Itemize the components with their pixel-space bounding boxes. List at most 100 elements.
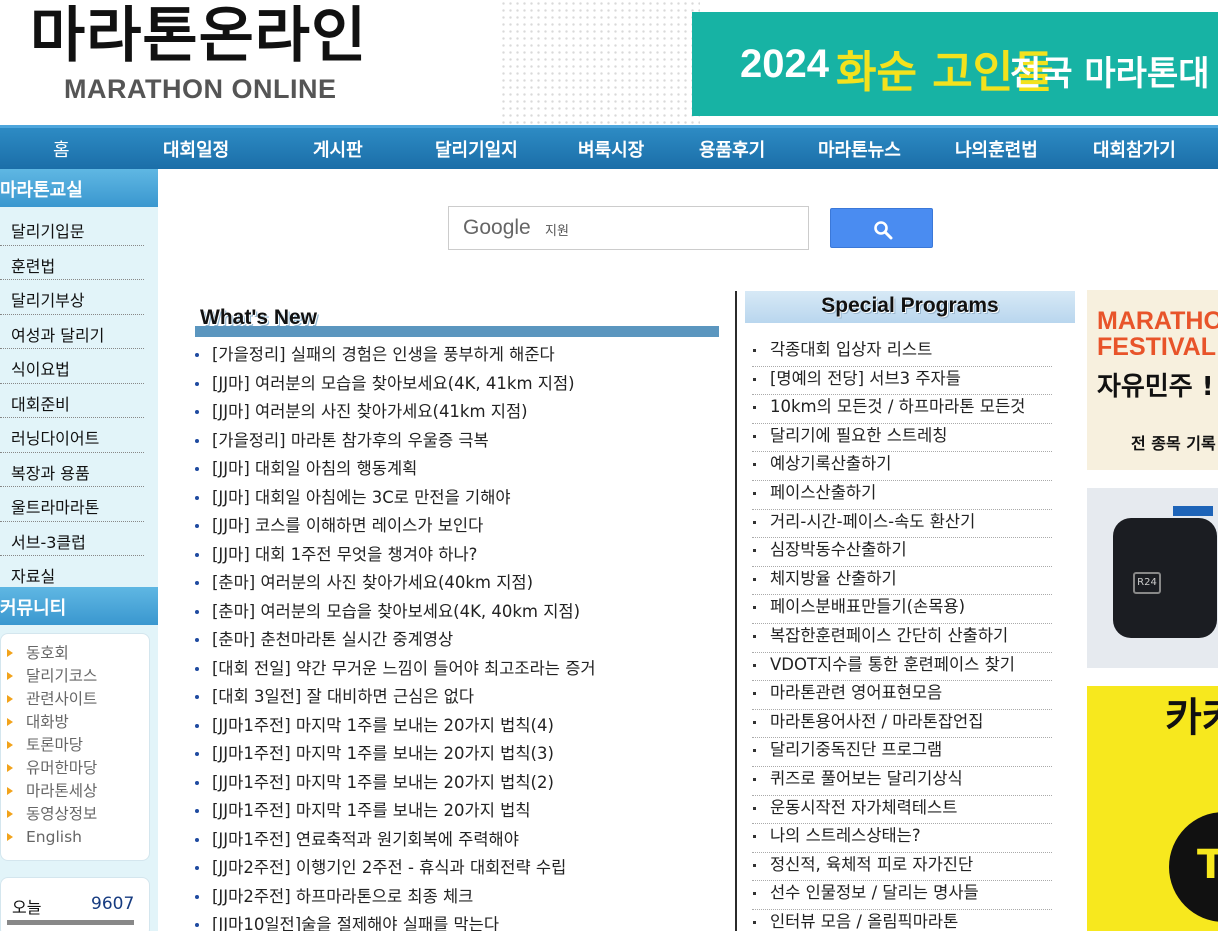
bullet-icon: [195, 752, 199, 756]
nav-running-log[interactable]: 달리기일지: [435, 136, 518, 162]
site-logo[interactable]: 마라톤온라인: [30, 0, 367, 72]
bullet-icon: [753, 434, 756, 438]
program-link[interactable]: 페이스분배표만들기(손목용): [752, 595, 1052, 624]
news-item[interactable]: [JJ마] 대회일 아침의 행동계획: [195, 456, 735, 485]
sidebar-section-title[interactable]: 마라톤교실: [0, 169, 158, 207]
community-item[interactable]: 관련사이트: [1, 688, 149, 711]
news-item[interactable]: [대회 전일] 약간 무거운 느낌이 들어야 최고조라는 증거: [195, 656, 735, 685]
program-link[interactable]: 페이스산출하기: [752, 481, 1052, 510]
festival-ad[interactable]: MARATHON FESTIVAL 자유민주 ! 전 종목 기록: [1087, 290, 1218, 470]
sidebar-item[interactable]: 자료실: [0, 556, 144, 591]
program-link[interactable]: 정신적, 육체적 피로 자가진단: [752, 853, 1052, 882]
search-button[interactable]: [830, 208, 933, 248]
nav-home[interactable]: 홈: [53, 136, 70, 162]
community-item[interactable]: 대화방: [1, 711, 149, 734]
news-item[interactable]: [가을정리] 마라톤 참가후의 우울증 극복: [195, 428, 735, 457]
news-item[interactable]: [춘마] 여러분의 모습을 찾아보세요(4K, 40km 지점): [195, 599, 735, 628]
nav-my-training[interactable]: 나의훈련법: [955, 136, 1038, 162]
news-item[interactable]: [JJ마1주전] 마지막 1주를 보내는 20가지 법칙(2): [195, 770, 735, 799]
nav-marathon-news[interactable]: 마라톤뉴스: [818, 136, 901, 162]
search-placeholder: 지원: [545, 224, 569, 239]
news-item[interactable]: [JJ마] 대회일 아침에는 3C로 만전을 기해야: [195, 485, 735, 514]
news-item[interactable]: [JJ마1주전] 마지막 1주를 보내는 20가지 법칙(3): [195, 741, 735, 770]
news-item[interactable]: [JJ마2주전] 이행기인 2주전 - 휴식과 대회전략 수립: [195, 855, 735, 884]
community-item[interactable]: English: [1, 826, 149, 849]
news-item[interactable]: [JJ마1주전] 마지막 1주를 보내는 20가지 법칙: [195, 798, 735, 827]
news-item[interactable]: [대회 3일전] 잘 대비하면 근심은 없다: [195, 684, 735, 713]
arrow-icon: [7, 833, 13, 841]
sidebar-item[interactable]: 울트라마라톤: [0, 487, 144, 522]
bag-ad[interactable]: R24: [1087, 488, 1218, 668]
program-link[interactable]: 각종대회 입상자 리스트: [752, 338, 1052, 367]
news-item[interactable]: [JJ마10일전]술을 절제해야 실패를 막는다: [195, 912, 735, 931]
program-link[interactable]: 선수 인물정보 / 달리는 명사들: [752, 881, 1052, 910]
sidebar-item[interactable]: 서브-3클럽: [0, 521, 144, 556]
program-link[interactable]: 10km의 모든것 / 하프마라톤 모든것: [752, 395, 1052, 424]
bullet-icon: [753, 491, 756, 495]
program-link[interactable]: [명예의 전당] 서브3 주자들: [752, 367, 1052, 396]
program-link[interactable]: 체지방율 산출하기: [752, 567, 1052, 596]
program-link[interactable]: 복잡한훈련페이스 간단히 산출하기: [752, 624, 1052, 653]
sidebar-item[interactable]: 러닝다이어트: [0, 418, 144, 453]
news-item[interactable]: [가을정리] 실패의 경험은 인생을 풍부하게 해준다: [195, 342, 735, 371]
nav-board[interactable]: 게시판: [313, 136, 363, 162]
arrow-icon: [7, 787, 13, 795]
program-link[interactable]: 마라톤관련 영어표현모음: [752, 681, 1052, 710]
community-item[interactable]: 동호회: [1, 642, 149, 665]
sidebar-item[interactable]: 식이요법: [0, 349, 144, 384]
program-link[interactable]: 퀴즈로 풀어보는 달리기상식: [752, 767, 1052, 796]
bullet-icon: [753, 892, 756, 896]
bullet-icon: [753, 520, 756, 524]
program-link[interactable]: 거리-시간-페이스-속도 환산기: [752, 510, 1052, 539]
sidebar-item[interactable]: 훈련법: [0, 245, 144, 280]
sidebar-community-title[interactable]: 커뮤니티: [0, 587, 158, 625]
bag-tag: [1173, 506, 1213, 516]
search-input[interactable]: Google 지원: [448, 206, 809, 250]
news-item[interactable]: [JJ마2주전] 하프마라톤으로 최종 체크: [195, 884, 735, 913]
sidebar-item[interactable]: 대회준비: [0, 383, 144, 418]
nav-schedule[interactable]: 대회일정: [163, 136, 229, 162]
nav-gear-reviews[interactable]: 용품후기: [699, 136, 765, 162]
sidebar-item[interactable]: 달리기부상: [0, 280, 144, 315]
news-item[interactable]: [춘마] 춘천마라톤 실시간 중계영상: [195, 627, 735, 656]
bullet-icon: [195, 638, 199, 642]
program-link[interactable]: 마라톤용어사전 / 마라톤잡언집: [752, 710, 1052, 739]
festival-ad-title: MARATHON FESTIVAL: [1097, 307, 1218, 361]
program-link[interactable]: 달리기중독진단 프로그램: [752, 738, 1052, 767]
program-link[interactable]: 예상기록산출하기: [752, 452, 1052, 481]
sidebar: 마라톤교실 달리기입문 훈련법 달리기부상 여성과 달리기 식이요법 대회준비 …: [0, 169, 158, 931]
sidebar-item[interactable]: 여성과 달리기: [0, 314, 144, 349]
nav-flea-market[interactable]: 벼룩시장: [578, 136, 644, 162]
community-item[interactable]: 유머한마당: [1, 757, 149, 780]
bullet-icon: [195, 552, 199, 557]
program-link[interactable]: 나의 스트레스상태는?: [752, 824, 1052, 853]
community-item[interactable]: 토론마당: [1, 734, 149, 757]
program-link[interactable]: 운동시작전 자가체력테스트: [752, 796, 1052, 825]
community-item[interactable]: 달리기코스: [1, 665, 149, 688]
community-item[interactable]: 동영상정보: [1, 803, 149, 826]
bullet-icon: [195, 723, 199, 728]
arrow-icon: [7, 810, 13, 818]
program-link[interactable]: 인터뷰 모음 / 올림픽마라톤: [752, 910, 1052, 931]
news-item[interactable]: [JJ마] 대회 1주전 무엇을 챙겨야 하나?: [195, 542, 735, 571]
news-item[interactable]: [JJ마] 여러분의 모습을 찾아보세요(4K, 41km 지점): [195, 371, 735, 400]
news-item[interactable]: [JJ마1주전] 연료축적과 원기회복에 주력해야: [195, 827, 735, 856]
bullet-icon: [195, 894, 199, 899]
sidebar-item[interactable]: 복장과 용품: [0, 452, 144, 487]
news-item[interactable]: [JJ마] 코스를 이해하면 레이스가 보인다: [195, 513, 735, 542]
program-link[interactable]: 달리기에 필요한 스트레칭: [752, 424, 1052, 453]
special-programs-list: 각종대회 입상자 리스트 [명예의 전당] 서브3 주자들 10km의 모든것 …: [752, 338, 1052, 931]
sidebar-item[interactable]: 달리기입문: [0, 211, 144, 246]
community-item[interactable]: 마라톤세상: [1, 780, 149, 803]
news-item[interactable]: [춘마] 여러분의 사진 찾아가세요(40km 지점): [195, 570, 735, 599]
news-item[interactable]: [JJ마] 여러분의 사진 찾아가세요(41km 지점): [195, 399, 735, 428]
top-banner-ad[interactable]: 2024 화순 고인돌 전국 마라톤대: [692, 12, 1218, 116]
site-logo-english[interactable]: MARATHON ONLINE: [64, 74, 336, 105]
program-link[interactable]: VDOT지수를 통한 훈련페이스 찾기: [752, 653, 1052, 682]
bullet-icon: [195, 581, 199, 585]
kakao-ad[interactable]: 카카 문의 T: [1087, 686, 1218, 931]
news-item[interactable]: [JJ마1주전] 마지막 1주를 보내는 20가지 법칙(4): [195, 713, 735, 742]
bullet-icon: [195, 467, 199, 471]
nav-race-reports[interactable]: 대회참가기: [1093, 136, 1176, 162]
program-link[interactable]: 심장박동수산출하기: [752, 538, 1052, 567]
